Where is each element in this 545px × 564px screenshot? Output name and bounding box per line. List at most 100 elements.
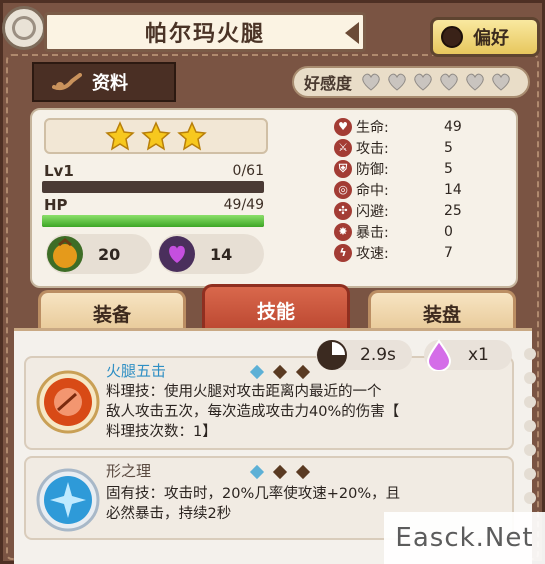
skill-2-name: 形之理 — [106, 462, 152, 480]
tab-skills-label: 技能 — [256, 301, 295, 323]
diamond-icon — [296, 364, 311, 380]
skill-1-description: 料理技：使用火腿对攻击距离内最近的一个 敌人攻击五次，每次造成攻击力40%的伤害… — [106, 382, 506, 442]
stat-name: 命中: — [356, 182, 389, 199]
purple-heart-icon — [159, 236, 195, 272]
diamond-icon — [249, 364, 265, 380]
heart-icon — [466, 73, 484, 91]
stat-value: 0 — [444, 223, 453, 240]
stat-row: ⚔ 攻击: 5 — [334, 137, 504, 158]
stat-value: 7 — [444, 244, 453, 261]
stat-row: ◎ 命中: 14 — [334, 179, 504, 200]
skill-1-name: 火腿五击 — [106, 362, 167, 380]
star-icon — [141, 121, 171, 151]
heart-icon — [492, 73, 510, 91]
cooldown-pill: 2.9s — [316, 340, 412, 370]
tab-skills[interactable]: 技能 — [202, 284, 350, 334]
stat-value: 5 — [444, 139, 453, 156]
energy-resource-value: 14 — [210, 244, 233, 264]
dodge-icon: ✣ — [334, 201, 352, 220]
scroll-indicator[interactable] — [524, 348, 536, 504]
chevron-left-icon[interactable] — [345, 22, 359, 44]
tab-plating-label: 装盘 — [422, 304, 461, 326]
hp-label: HP — [44, 196, 68, 214]
crystal-skill-icon — [36, 468, 100, 532]
skill-1-desc-line: 敌人攻击五次，每次造成攻击力40%的伤害【 — [106, 404, 400, 420]
exp-value: 0/61 — [232, 163, 264, 179]
food-bag-icon — [47, 236, 83, 272]
diamond-icon — [273, 364, 288, 380]
scroll-dot — [524, 492, 536, 504]
stat-name: 攻击: — [356, 140, 389, 157]
ham-skill-icon — [36, 370, 100, 434]
scroll-dot — [524, 372, 536, 384]
heart-icon — [440, 73, 458, 91]
stat-name: 闪避: — [356, 203, 389, 220]
stat-row: ♥ 生命: 49 — [334, 116, 504, 137]
preference-dot-icon — [441, 26, 463, 48]
heart-icon: ♥ — [334, 117, 352, 136]
skill-1-desc-line: 料理技次数：1】 — [106, 424, 217, 440]
exp-bar — [42, 181, 264, 193]
stat-value: 5 — [444, 160, 453, 177]
level-label: Lv1 — [44, 162, 74, 180]
energy-resource-chip: 14 — [158, 234, 264, 274]
hp-bar — [42, 215, 264, 227]
heart-icon — [414, 73, 432, 91]
scroll-dot — [524, 444, 536, 456]
diamond-icon — [249, 464, 265, 480]
stat-value: 49 — [444, 118, 462, 135]
stat-name: 生命: — [356, 119, 389, 136]
star-icon — [177, 121, 207, 151]
stat-value: 14 — [444, 181, 462, 198]
preference-label: 偏好 — [473, 28, 509, 49]
scroll-dot — [524, 348, 536, 360]
back-icon — [8, 12, 40, 44]
stat-row: ⛨ 防御: 5 — [334, 158, 504, 179]
scroll-dot — [524, 396, 536, 408]
back-button[interactable] — [2, 6, 46, 50]
diamond-icon — [296, 464, 311, 480]
info-tab-label: 资料 — [92, 73, 128, 94]
stat-row: ϟ 攻速: 7 — [334, 242, 504, 263]
tab-equipment-label: 装备 — [92, 304, 131, 326]
target-icon: ◎ — [334, 180, 352, 199]
stat-value: 25 — [444, 202, 462, 219]
heart-icon — [362, 73, 380, 91]
stat-name: 攻速: — [356, 245, 389, 262]
food-resource-chip: 20 — [46, 234, 152, 274]
heart-icon — [388, 73, 406, 91]
energy-cost-pill: x1 — [424, 339, 512, 371]
skill-2-level-diamonds — [248, 462, 312, 481]
skill-2-desc-line: 固有技：攻击时，20%几率使攻速+20%，且 — [106, 486, 401, 502]
hp-bar-fill — [42, 215, 264, 227]
stats-list: ♥ 生命: 49 ⚔ 攻击: 5 ⛨ 防御: 5 ◎ 命中: 14 ✣ 闪避: 25 ✸ 暴击: 0 ϟ 攻速: 7 — [334, 116, 504, 263]
title-banner: 帕尔玛火腿 — [44, 12, 366, 52]
lightning-icon: ϟ — [334, 243, 352, 262]
scroll-dot — [524, 420, 536, 432]
skill-1-desc-line: 料理技：使用火腿对攻击距离内最近的一个 — [106, 384, 382, 400]
stat-name: 防御: — [356, 161, 389, 178]
diamond-icon — [273, 464, 288, 480]
food-resource-value: 20 — [98, 244, 121, 264]
stat-name: 暴击: — [356, 224, 389, 241]
rarity-stars — [44, 118, 268, 154]
cooldown-value: 2.9s — [360, 345, 396, 365]
pipe-icon — [52, 73, 82, 91]
stat-row: ✣ 闪避: 25 — [334, 200, 504, 221]
affection-hearts — [358, 73, 514, 91]
affection-label: 好感度 — [304, 74, 353, 93]
affection-bar: 好感度 — [292, 66, 530, 98]
clock-icon — [317, 340, 347, 370]
shield-icon: ⛨ — [334, 159, 352, 178]
skill-1-level-diamonds — [248, 362, 312, 381]
energy-cost-value: x1 — [468, 345, 489, 365]
crit-icon: ✸ — [334, 222, 352, 241]
star-icon — [105, 121, 135, 151]
info-tab[interactable]: 资料 — [32, 62, 176, 102]
energy-drop-icon — [426, 339, 452, 371]
watermark: Easck.Net — [384, 512, 545, 564]
sword-icon: ⚔ — [334, 138, 352, 157]
stat-row: ✸ 暴击: 0 — [334, 221, 504, 242]
preference-button[interactable]: 偏好 — [430, 17, 540, 57]
hp-value: 49/49 — [223, 197, 264, 213]
